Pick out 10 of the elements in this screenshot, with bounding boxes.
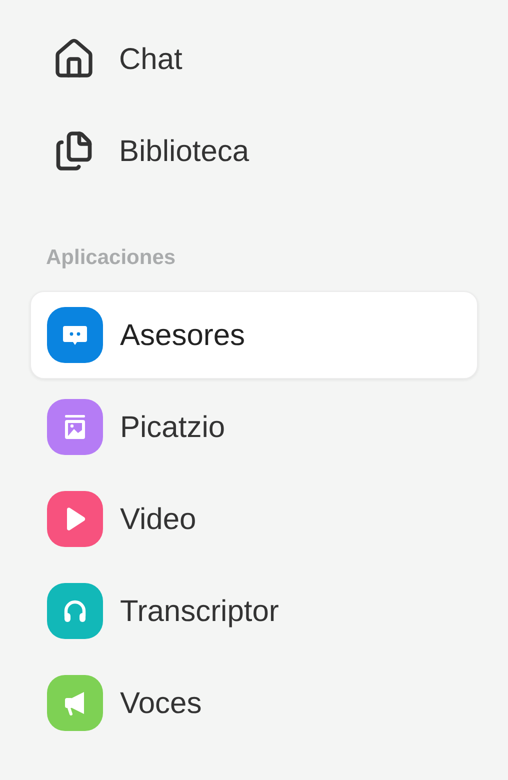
app-item[interactable]: Transcriptor	[30, 567, 478, 655]
section-heading: Aplicaciones	[46, 245, 176, 272]
app-item[interactable]: Asesores	[30, 291, 478, 379]
app-item[interactable]: Picatzio	[30, 383, 478, 471]
play-icon	[64, 507, 86, 531]
nav-item[interactable]: Chat	[30, 15, 478, 103]
image-icon	[62, 413, 88, 441]
nav-item[interactable]: Biblioteca	[30, 107, 478, 195]
app-item[interactable]: Video	[30, 475, 478, 563]
app-item[interactable]: Voces	[30, 659, 478, 747]
